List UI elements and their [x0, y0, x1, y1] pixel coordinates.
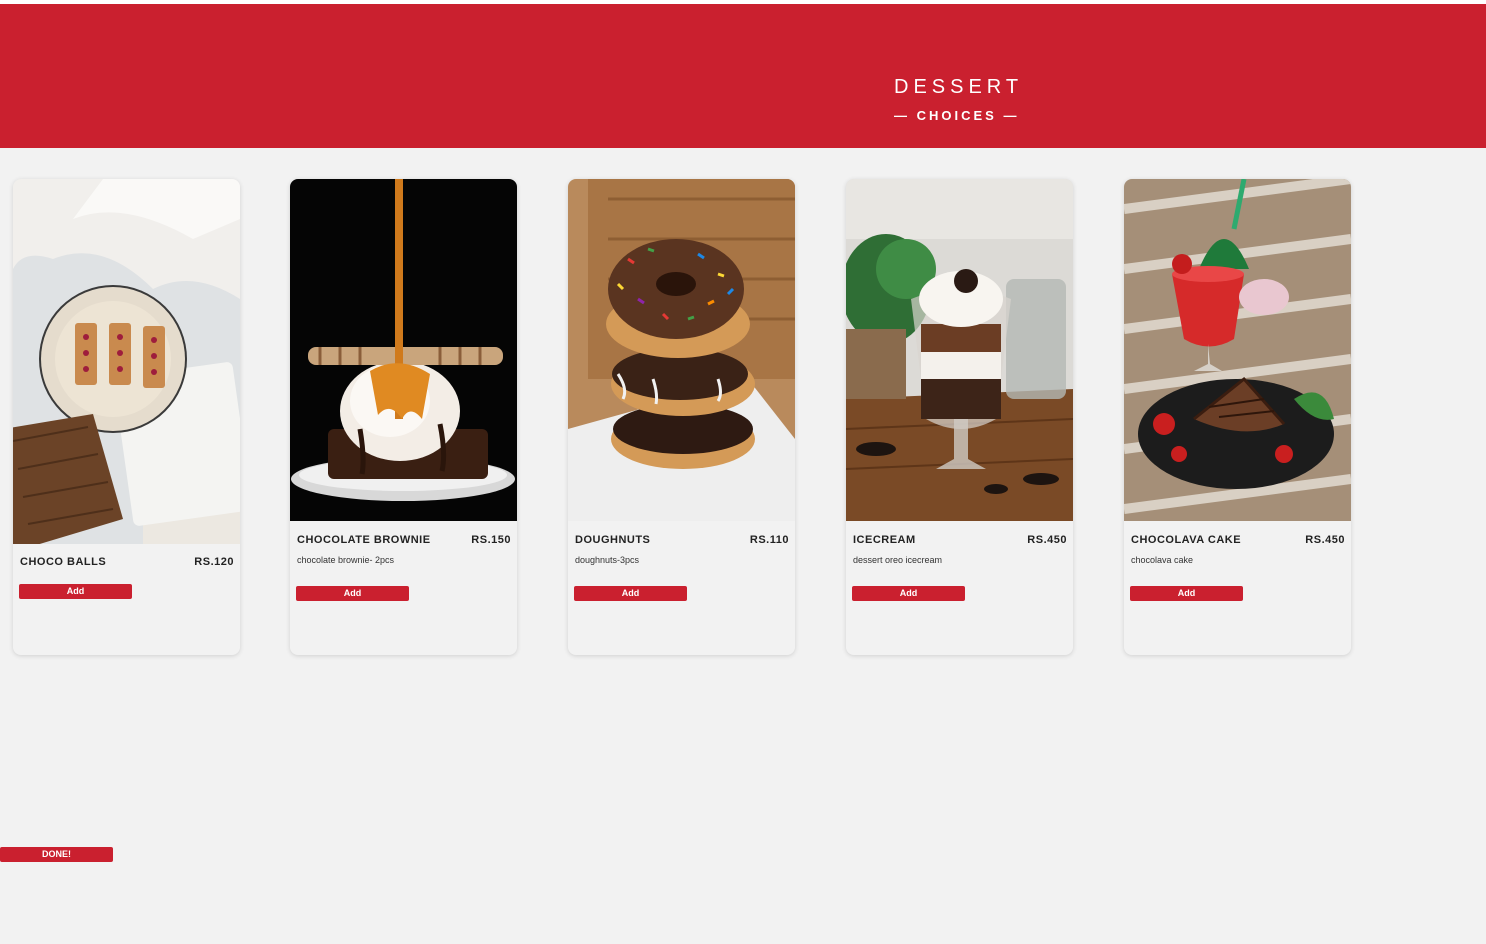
- product-name: ICECREAM: [853, 534, 916, 546]
- product-name: CHOCOLATE BROWNIE: [297, 534, 431, 546]
- choco-balls-photo: [13, 179, 240, 544]
- product-description: dessert oreo icecream: [853, 555, 943, 565]
- dessert-page: DESSERT — CHOICES — CHOCO BALLS RS.120 A…: [0, 0, 1486, 944]
- product-description: doughnuts-3pcs: [575, 555, 640, 565]
- brownie-photo: [290, 179, 517, 521]
- product-card-chocolate-brownie: CHOCOLATE BROWNIE RS.150 chocolate brown…: [290, 179, 517, 655]
- add-button-doughnuts[interactable]: Add: [574, 586, 687, 601]
- product-description: chocolate brownie- 2pcs: [297, 555, 395, 565]
- product-name: DOUGHNUTS: [575, 534, 651, 546]
- product-price: RS.150: [471, 534, 511, 546]
- product-price: RS.450: [1027, 534, 1067, 546]
- product-price: RS.120: [194, 556, 234, 568]
- page-title: DESSERT: [894, 76, 1024, 98]
- done-button[interactable]: DONE!: [0, 847, 113, 862]
- product-name: CHOCOLAVA CAKE: [1131, 534, 1242, 546]
- product-card-chocolava-cake: CHOCOLAVA CAKE RS.450 chocolava cake Add: [1124, 179, 1351, 655]
- add-button-choco-balls[interactable]: Add: [19, 584, 132, 599]
- product-price: RS.110: [749, 534, 789, 546]
- page-subtitle: — CHOICES —: [894, 108, 1020, 123]
- product-description: chocolava cake: [1131, 555, 1194, 565]
- doughnuts-photo: [568, 179, 795, 521]
- header-banner: [0, 4, 1486, 148]
- icecream-photo: [846, 179, 1073, 521]
- product-price: RS.450: [1305, 534, 1345, 546]
- product-card-icecream: ICECREAM RS.450 dessert oreo icecream Ad…: [846, 179, 1073, 655]
- product-card-choco-balls: CHOCO BALLS RS.120 Add: [13, 179, 240, 655]
- add-button-icecream[interactable]: Add: [852, 586, 965, 601]
- chocolava-cake-photo: [1124, 179, 1351, 521]
- add-button-chocolate-brownie[interactable]: Add: [296, 586, 409, 601]
- add-button-chocolava-cake[interactable]: Add: [1130, 586, 1243, 601]
- product-name: CHOCO BALLS: [20, 556, 107, 568]
- product-card-doughnuts: DOUGHNUTS RS.110 doughnuts-3pcs Add: [568, 179, 795, 655]
